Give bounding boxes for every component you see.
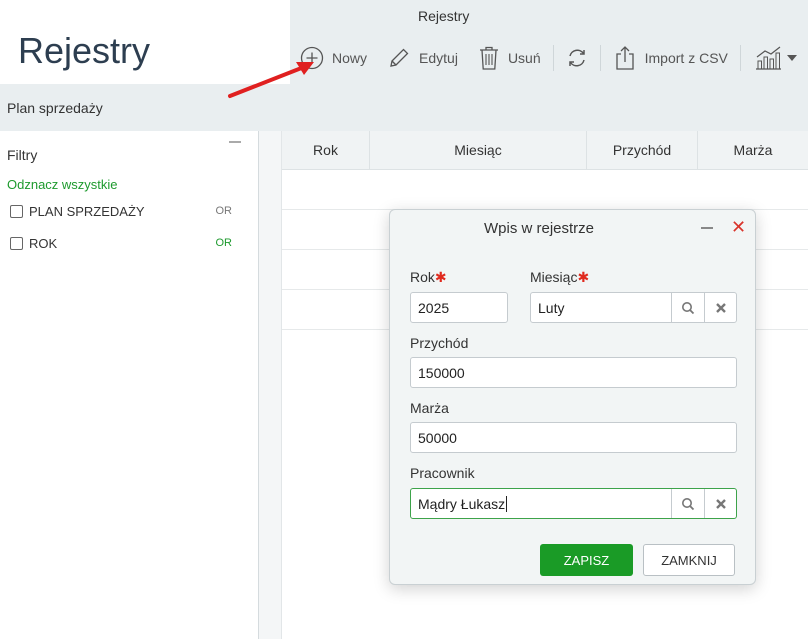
search-icon[interactable] [671, 293, 704, 322]
clear-icon[interactable] [704, 489, 737, 518]
close-icon[interactable]: ✕ [731, 217, 746, 238]
grid-gutter [259, 131, 282, 639]
toolbar-divider [599, 45, 601, 71]
edit-button[interactable]: Edytuj [377, 32, 468, 84]
employee-label: Pracownik [410, 465, 475, 481]
filters-title: Filtry [7, 147, 38, 163]
annotation-arrow [228, 62, 314, 98]
trash-icon [479, 46, 498, 70]
margin-label: Marża [410, 400, 449, 416]
employee-value: Mądry Łukasz [418, 495, 506, 512]
toolbar-divider [552, 45, 554, 71]
close-button[interactable]: ZAMKNIJ [643, 544, 735, 576]
filter-or-toggle[interactable]: OR [216, 205, 233, 217]
new-button-label: Nowy [332, 50, 368, 66]
chevron-down-icon [786, 55, 797, 61]
chart-dropdown-button[interactable] [743, 32, 801, 84]
register-header [0, 84, 808, 131]
refresh-button[interactable] [556, 32, 598, 84]
page-title: Rejestry [18, 30, 151, 71]
revenue-label: Przychód [410, 335, 469, 351]
column-header-marza[interactable]: Marża [698, 131, 808, 169]
clear-icon[interactable] [704, 293, 737, 322]
import-csv-label: Import z CSV [644, 50, 728, 66]
filter-or-toggle[interactable]: OR [216, 237, 233, 249]
year-label: Rok✱ [410, 269, 447, 285]
employee-field[interactable]: Mądry Łukasz [410, 488, 737, 519]
year-input[interactable]: 2025 [410, 292, 508, 323]
window-title: Rejestry [418, 8, 470, 24]
filter-item[interactable]: PLAN SPRZEDAŻY OR [10, 202, 250, 220]
filter-item[interactable]: ROK OR [10, 234, 250, 252]
filters-panel: Filtry Odznacz wszystkie PLAN SPRZEDAŻY … [0, 131, 259, 639]
table-row[interactable] [282, 170, 808, 210]
margin-input[interactable]: 50000 [410, 422, 737, 453]
edit-button-label: Edytuj [419, 50, 458, 66]
filter-label: ROK [29, 235, 58, 251]
entry-dialog: Wpis w rejestrze ✕ Rok✱ 2025 Miesiąc✱ Lu… [389, 209, 756, 585]
minimize-icon[interactable] [701, 227, 713, 229]
month-value: Luty [538, 299, 565, 316]
search-icon[interactable] [671, 489, 704, 518]
toolbar-divider [739, 45, 741, 71]
chart-icon [755, 46, 781, 70]
pencil-icon [390, 48, 409, 67]
dialog-title: Wpis w rejestrze [484, 220, 595, 237]
filter-checkbox[interactable] [10, 204, 23, 218]
minimize-icon[interactable] [229, 141, 241, 143]
import-csv-button[interactable]: Import z CSV [603, 32, 738, 84]
export-icon [615, 46, 634, 70]
month-label: Miesiąc✱ [530, 269, 590, 285]
topbar [290, 0, 808, 32]
revenue-input[interactable]: 150000 [410, 357, 737, 388]
column-header-przychod[interactable]: Przychód [587, 131, 698, 169]
save-button[interactable]: ZAPISZ [540, 544, 633, 576]
text-caret [506, 495, 508, 512]
column-header-miesiac[interactable]: Miesiąc [370, 131, 587, 169]
uncheck-all-link[interactable]: Odznacz wszystkie [7, 177, 118, 192]
filter-label: PLAN SPRZEDAŻY [29, 203, 145, 219]
grid-header: Rok Miesiąc Przychód Marża [282, 131, 808, 170]
delete-button[interactable]: Usuń [468, 32, 551, 84]
column-header-rok[interactable]: Rok [282, 131, 370, 169]
month-field[interactable]: Luty [530, 292, 737, 323]
toolbar: Nowy Edytuj Usuń Import z CSV [290, 32, 808, 84]
filter-checkbox[interactable] [10, 236, 23, 250]
register-name: Plan sprzedaży [7, 100, 103, 116]
refresh-icon [568, 49, 585, 67]
delete-button-label: Usuń [507, 50, 541, 66]
